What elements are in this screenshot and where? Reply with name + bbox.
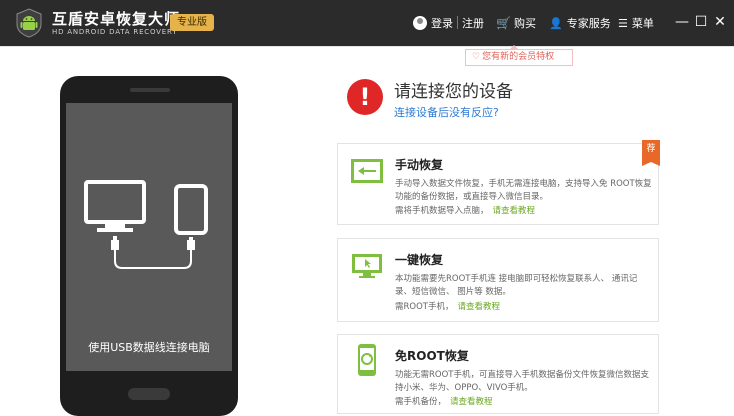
cart-icon: 🛒 (496, 16, 511, 30)
recommended-badge: 荐 (642, 140, 660, 166)
phone-screen: 使用USB数据线连接电脑 (66, 103, 232, 371)
card-footer: 需将手机数据导入点脑， 请查看教程 (395, 204, 535, 216)
edition-badge: 专业版 (170, 14, 214, 31)
one-click-recovery-card[interactable]: 一键恢复 本功能需要先ROOT手机连 接电脑即可轻松恢复联系人、 通讯记录、短信… (337, 238, 659, 322)
card-footer: 需手机备份， 请查看教程 (395, 395, 493, 407)
tutorial-link[interactable]: 请查看教程 (450, 397, 493, 407)
card-requirement: 需ROOT手机， (395, 302, 454, 312)
login-label: 登录 (431, 17, 453, 30)
title-divider (0, 46, 734, 47)
login-button[interactable]: 登录 (413, 15, 453, 31)
minimize-button[interactable]: — (673, 12, 691, 32)
toolbar-separator (457, 16, 458, 29)
phone-sync-icon (358, 344, 376, 376)
phone-caption: 使用USB数据线连接电脑 (88, 341, 210, 354)
buy-button[interactable]: 🛒 购买 (496, 15, 536, 31)
card-description: 本功能需要先ROOT手机连 接电脑即可轻松恢复联系人、 通讯记录、短信微信、 图… (395, 274, 638, 297)
import-monitor-icon (351, 159, 383, 183)
phone-speaker (130, 88, 170, 92)
no-response-help-link[interactable]: 连接设备后没有反应? (394, 104, 499, 120)
card-title: 一键恢复 (395, 253, 444, 267)
card-description: 手动导入数据文件恢复，手机无需连接电脑，支持导入免 ROOT恢复功能的备份数据，… (395, 179, 652, 202)
app-title: 互盾安卓恢复大师 (52, 10, 181, 28)
user-avatar-icon (413, 16, 427, 30)
warning-icon: ! (347, 79, 383, 115)
expert-service-button[interactable]: 👤 专家服务 (549, 15, 611, 31)
card-requirement: 需手机备份， (395, 397, 447, 407)
phone-illustration: 使用USB数据线连接电脑 (60, 76, 238, 416)
member-privilege-tooltip[interactable]: ♡ 您有新的会员特权 (465, 45, 573, 66)
connect-device-title: 请连接您的设备 (394, 82, 513, 102)
menu-button[interactable]: ☰ 菜单 (618, 15, 654, 31)
tutorial-link[interactable]: 请查看教程 (493, 206, 536, 216)
headset-person-icon: 👤 (549, 17, 563, 30)
close-button[interactable]: ✕ (711, 12, 729, 32)
manual-recovery-card[interactable]: 手动恢复 手动导入数据文件恢复，手机无需连接电脑，支持导入免 ROOT恢复功能的… (337, 140, 660, 225)
expert-label: 专家服务 (566, 17, 611, 30)
card-title: 手动恢复 (395, 158, 444, 172)
card-requirement: 需将手机数据导入点脑， (395, 206, 489, 216)
title-bar: 互盾安卓恢复大师 HD ANDROID DATA RECOVERY 专业版 登录… (0, 0, 734, 46)
usb-connection-icon (84, 180, 208, 269)
card-footer: 需ROOT手机， 请查看教程 (395, 300, 500, 312)
register-button[interactable]: 注册 (462, 15, 484, 31)
maximize-button[interactable]: ☐ (692, 12, 710, 32)
android-logo-icon (16, 8, 42, 38)
menu-label: 菜单 (631, 17, 654, 30)
no-root-recovery-card[interactable]: 免ROOT恢复 功能无需ROOT手机，可直接导入手机数据备份文件恢复微信数据支持… (337, 334, 659, 414)
app-subtitle: HD ANDROID DATA RECOVERY (52, 28, 178, 36)
monitor-cursor-icon (352, 254, 382, 278)
buy-label: 购买 (513, 17, 536, 30)
heart-icon: ♡ (472, 52, 481, 62)
card-description: 功能无需ROOT手机，可直接导入手机数据备份文件恢复微信数据支持小米、华为、OP… (395, 370, 649, 393)
tooltip-text: 您有新的会员特权 (482, 52, 555, 62)
tutorial-link[interactable]: 请查看教程 (457, 302, 500, 312)
phone-home-button (128, 388, 170, 400)
card-title: 免ROOT恢复 (395, 349, 469, 363)
menu-icon: ☰ (618, 17, 628, 30)
